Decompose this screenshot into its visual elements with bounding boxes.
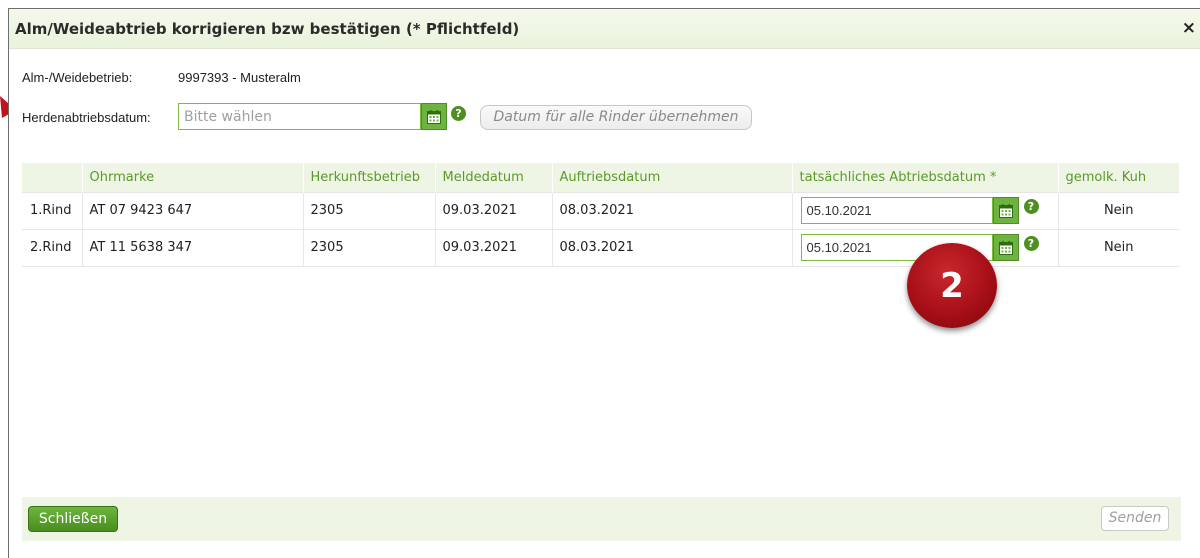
herdenabtriebsdatum-input[interactable] [178,103,421,130]
calendar-icon[interactable] [992,234,1019,261]
meldedatum-cell: 09.03.2021 [435,191,553,229]
send-button[interactable]: Senden [1101,506,1169,531]
rinder-table: Ohrmarke Herkunftsbetrieb Meldedatum Auf… [22,163,1179,267]
abtriebsdatum-input[interactable] [800,197,993,224]
column-header-auftriebsdatum[interactable]: Auftriebsdatum [552,163,793,192]
dialog-footer: Schließen Senden [22,497,1181,541]
meldedatum-cell: 09.03.2021 [435,228,553,267]
help-icon[interactable]: ? [1023,236,1039,251]
calendar-icon[interactable] [421,103,447,130]
table-row: 2.Rind AT 11 5638 347 2305 09.03.2021 08… [22,228,1179,267]
column-header-meldedatum[interactable]: Meldedatum [435,163,553,192]
calendar-icon[interactable] [992,197,1019,224]
ohrmarke-cell: AT 07 9423 647 [82,191,304,229]
column-header-ohrmarke[interactable]: Ohrmarke [82,163,304,192]
close-icon[interactable]: × [1182,19,1196,37]
dialog-titlebar: Alm/Weideabtrieb korrigieren bzw bestäti… [9,9,1200,49]
column-header-abtriebsdatum[interactable]: tatsächliches Abtriebsdatum * [792,163,1059,192]
column-header-gemolk[interactable]: gemolk. Kuh [1058,163,1179,192]
ohrmarke-cell: AT 11 5638 347 [82,228,304,267]
table-header-row: Ohrmarke Herkunftsbetrieb Meldedatum Auf… [22,163,1179,192]
close-button[interactable]: Schließen [28,506,118,532]
herkunft-cell: 2305 [303,191,436,229]
help-icon[interactable]: ? [451,106,466,121]
row-label: 1.Rind [22,191,83,229]
dialog: Alm/Weideabtrieb korrigieren bzw bestäti… [8,8,1200,558]
abtriebsdatum-cell: ? [792,191,1059,229]
herdenabtriebsdatum-label: Herdenabtriebsdatum: [22,110,151,125]
help-icon[interactable]: ? [1023,199,1039,214]
auftriebsdatum-cell: 08.03.2021 [552,228,793,267]
gemolk-cell: Nein [1058,191,1179,229]
row-label: 2.Rind [22,228,83,267]
table-row: 1.Rind AT 07 9423 647 2305 09.03.2021 08… [22,191,1179,229]
betrieb-label: Alm-/Weidebetrieb: [22,70,133,85]
herkunft-cell: 2305 [303,228,436,267]
annotation-badge: 2 [907,243,997,328]
gemolk-cell: Nein [1058,228,1179,267]
column-header-herkunftsbetrieb[interactable]: Herkunftsbetrieb [303,163,436,192]
dialog-title: Alm/Weideabtrieb korrigieren bzw bestäti… [15,20,520,38]
auftriebsdatum-cell: 08.03.2021 [552,191,793,229]
betrieb-value: 9997393 - Musteralm [178,70,301,85]
datum-uebernehmen-button[interactable]: Datum für alle Rinder übernehmen [480,105,752,130]
column-header-index [22,163,83,192]
